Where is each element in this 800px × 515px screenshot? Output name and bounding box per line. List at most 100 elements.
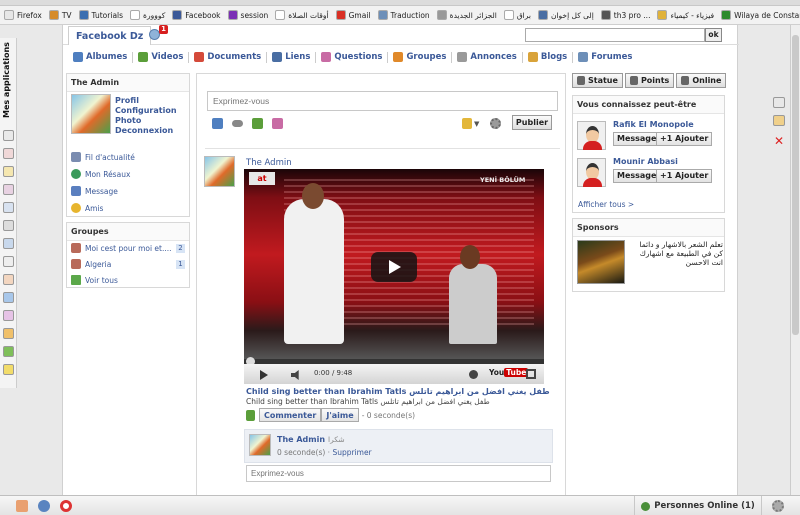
bottom-settings-gear-icon[interactable] bbox=[772, 500, 784, 512]
nav-item[interactable]: Annonces bbox=[452, 51, 523, 63]
nav-item[interactable]: Blogs bbox=[523, 51, 574, 63]
app-list-icon[interactable] bbox=[3, 202, 14, 213]
like-button[interactable]: J'aime bbox=[321, 408, 359, 422]
help-lifebuoy-icon[interactable] bbox=[60, 500, 72, 512]
privacy-lock-icon[interactable] bbox=[462, 118, 472, 129]
scrollbar-thumb[interactable] bbox=[792, 35, 799, 335]
dock-profile-icon[interactable] bbox=[773, 97, 785, 108]
home-icon[interactable] bbox=[16, 500, 28, 512]
bookmark-item[interactable]: Firefox bbox=[4, 10, 42, 20]
comment-button[interactable]: Commenter bbox=[259, 408, 322, 422]
app-people-icon[interactable] bbox=[3, 328, 14, 339]
nav-item[interactable]: Videos bbox=[133, 51, 190, 63]
nav-item[interactable]: Liens bbox=[267, 51, 317, 63]
bookmark-item[interactable]: session bbox=[227, 10, 268, 20]
app-film-icon[interactable] bbox=[3, 346, 14, 357]
nav-item[interactable]: Documents bbox=[189, 51, 268, 63]
bookmark-item[interactable]: براق bbox=[503, 10, 531, 20]
search-input[interactable] bbox=[525, 28, 705, 42]
search-button[interactable]: ok bbox=[705, 28, 722, 42]
online-button[interactable]: Online bbox=[676, 73, 727, 88]
post-author-name[interactable]: The Admin bbox=[246, 158, 292, 168]
bookmark-item[interactable]: كووورة bbox=[130, 10, 165, 20]
bookmark-item[interactable]: TV bbox=[48, 10, 72, 20]
admin-avatar[interactable] bbox=[71, 94, 111, 134]
logout-link[interactable]: Deconnexion bbox=[115, 126, 173, 135]
groups-see-all-link[interactable]: Voir tous bbox=[71, 275, 187, 285]
app-tag-icon[interactable] bbox=[3, 220, 14, 231]
online-people-button[interactable]: Personnes Online (1) bbox=[634, 496, 762, 515]
configuration-link[interactable]: Configuration bbox=[115, 106, 177, 115]
app-chart-icon[interactable] bbox=[3, 184, 14, 195]
fullscreen-icon[interactable] bbox=[526, 369, 536, 379]
points-button[interactable]: Points bbox=[624, 73, 675, 88]
bookmark-item[interactable]: إلى كل إخوان bbox=[537, 10, 594, 20]
person-avatar[interactable] bbox=[577, 158, 606, 187]
nav-item[interactable]: Groupes bbox=[388, 51, 453, 63]
bookmark-item[interactable]: الجزائر الجديدة bbox=[436, 10, 497, 20]
person-avatar[interactable] bbox=[577, 121, 606, 150]
nav-item[interactable]: Questions bbox=[316, 51, 389, 63]
globe-icon[interactable] bbox=[38, 500, 50, 512]
video-title-link[interactable]: Child sing better than Ibrahim Tatls طفل… bbox=[246, 387, 550, 396]
app-cube-icon[interactable] bbox=[3, 310, 14, 321]
play-icon[interactable] bbox=[260, 370, 268, 380]
page-scrollbar[interactable] bbox=[790, 25, 800, 495]
group-item[interactable]: Algeria 1 bbox=[71, 259, 187, 269]
settings-gear-icon[interactable] bbox=[490, 118, 501, 129]
app-pencil-icon[interactable] bbox=[3, 364, 14, 375]
side-link[interactable]: Fil d'actualité bbox=[71, 152, 135, 162]
add-friend-button[interactable]: +1 Ajouter bbox=[656, 132, 713, 146]
dock-box-icon[interactable] bbox=[773, 115, 785, 126]
profile-link[interactable]: Profil bbox=[115, 96, 139, 105]
message-button[interactable]: Message bbox=[613, 132, 661, 146]
dock-close-icon[interactable]: ✕ bbox=[774, 135, 784, 147]
side-link[interactable]: Message bbox=[71, 186, 118, 196]
site-title-tab[interactable]: Facebook Dz bbox=[68, 26, 152, 45]
nav-item[interactable]: Albumes bbox=[68, 51, 134, 63]
youtube-logo[interactable]: You Tube bbox=[489, 368, 529, 377]
comment-delete-link[interactable]: Supprimer bbox=[332, 448, 371, 457]
comment-author-name[interactable]: The Admin bbox=[277, 435, 325, 444]
bookmark-item[interactable]: Traduction bbox=[377, 10, 430, 20]
app-globe-icon[interactable] bbox=[3, 292, 14, 303]
people-see-all-link[interactable]: Afficher tous > bbox=[578, 200, 634, 209]
video-attach-icon[interactable] bbox=[252, 118, 263, 129]
app-calendar-icon-2[interactable] bbox=[3, 148, 14, 159]
photo-attach-icon[interactable] bbox=[212, 118, 223, 129]
bookmark-item[interactable]: أوقات الصلاة bbox=[275, 10, 329, 20]
app-calendar-icon[interactable] bbox=[3, 130, 14, 141]
group-item[interactable]: Moi cest pour moi et.... 2 bbox=[71, 243, 187, 253]
add-friend-button[interactable]: +1 Ajouter bbox=[656, 169, 713, 183]
person-name[interactable]: Mounir Abbasi bbox=[613, 157, 678, 166]
watch-later-icon[interactable] bbox=[469, 370, 478, 379]
message-button[interactable]: Message bbox=[613, 169, 661, 183]
bookmark-item[interactable]: فيزياء - كيمياء bbox=[657, 10, 714, 20]
poll-attach-icon[interactable] bbox=[272, 118, 283, 129]
post-author-avatar[interactable] bbox=[204, 156, 235, 187]
bookmark-item[interactable]: Wilaya de Constantine bbox=[721, 10, 800, 20]
notification-count-badge[interactable]: 1 bbox=[159, 25, 168, 34]
privacy-dropdown-icon[interactable]: ▼ bbox=[474, 120, 479, 128]
statue-button[interactable]: Statue bbox=[572, 73, 623, 88]
bookmark-item[interactable]: Tutorials bbox=[78, 10, 123, 20]
comment-author-avatar[interactable] bbox=[249, 434, 271, 456]
app-home-icon[interactable] bbox=[3, 274, 14, 285]
bookmark-item[interactable]: Gmail bbox=[335, 10, 371, 20]
nav-item[interactable]: Forumes bbox=[573, 52, 637, 63]
side-link[interactable]: Amis bbox=[71, 203, 103, 213]
bookmark-item[interactable]: th3 pro ... bbox=[600, 10, 650, 20]
status-composer-input[interactable] bbox=[207, 91, 558, 111]
bookmark-item[interactable]: Facebook bbox=[172, 10, 221, 20]
side-link[interactable]: Mon Résaux bbox=[71, 169, 130, 179]
app-book-icon[interactable] bbox=[3, 238, 14, 249]
sponsor-image[interactable] bbox=[577, 240, 625, 284]
person-name[interactable]: Rafik El Monopole bbox=[613, 120, 694, 129]
sponsor-text[interactable]: تعلم الشعر بالاشهار و دائما كن في الطبيع… bbox=[629, 240, 723, 267]
play-overlay-button[interactable] bbox=[371, 252, 417, 282]
photo-link[interactable]: Photo bbox=[115, 116, 141, 125]
app-doc-icon[interactable] bbox=[3, 256, 14, 267]
publish-button[interactable]: Publier bbox=[512, 115, 552, 130]
link-attach-icon[interactable] bbox=[232, 120, 243, 127]
comment-input[interactable] bbox=[246, 465, 551, 482]
